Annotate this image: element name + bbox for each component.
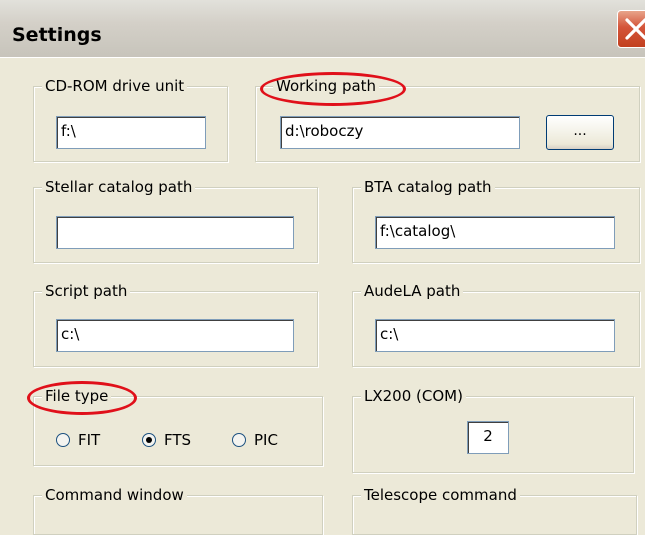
audela-path-input[interactable]: c:\ [375,319,615,352]
radio-fit-button[interactable] [56,433,70,447]
script-path-label: Script path [42,281,131,301]
radio-pic[interactable]: PIC [232,431,278,449]
lx200-label: LX200 (COM) [361,386,466,406]
radio-fts-label: FTS [164,431,192,449]
radio-fts[interactable]: FTS [142,431,191,449]
script-path-group: Script path c:\ [33,281,318,367]
radio-pic-label: PIC [254,431,278,449]
command-window-label: Command window [42,485,187,505]
telescope-command-label: Telescope command [361,485,520,505]
audela-path-label: AudeLA path [361,281,464,301]
radio-fit[interactable]: FIT [56,431,100,449]
close-button[interactable] [617,10,645,48]
stellar-catalog-label: Stellar catalog path [42,177,196,197]
stellar-catalog-group: Stellar catalog path [33,177,318,263]
radio-pic-button[interactable] [232,433,246,447]
audela-path-group: AudeLA path c:\ [352,281,640,367]
radio-fit-label: FIT [78,431,101,449]
cdrom-group: CD-ROM drive unit f:\ [33,76,228,162]
working-path-input[interactable]: d:\roboczy [280,116,520,149]
browse-button[interactable]: ... [546,115,614,150]
cdrom-label: CD-ROM drive unit [42,76,188,96]
stellar-catalog-input[interactable] [56,216,294,249]
window-title: Settings [12,24,102,46]
script-path-input[interactable]: c:\ [56,319,294,352]
cdrom-input[interactable]: f:\ [56,116,206,149]
dialog-body: CD-ROM drive unit f:\ Working path d:\ro… [0,57,645,535]
close-icon [625,18,645,40]
bta-catalog-group: BTA catalog path f:\catalog\ [352,177,640,263]
annotation-ellipse-file-type [27,381,137,415]
lx200-group: LX200 (COM) 2 [352,386,634,473]
bta-catalog-input[interactable]: f:\catalog\ [375,216,615,249]
command-window-group: Command window [33,485,323,535]
radio-fts-button[interactable] [142,433,156,447]
telescope-command-group: Telescope command [352,485,637,535]
lx200-com-input[interactable]: 2 [467,421,509,454]
title-bar: Settings [0,0,645,57]
annotation-ellipse-working-path [260,72,406,106]
bta-catalog-label: BTA catalog path [361,177,495,197]
